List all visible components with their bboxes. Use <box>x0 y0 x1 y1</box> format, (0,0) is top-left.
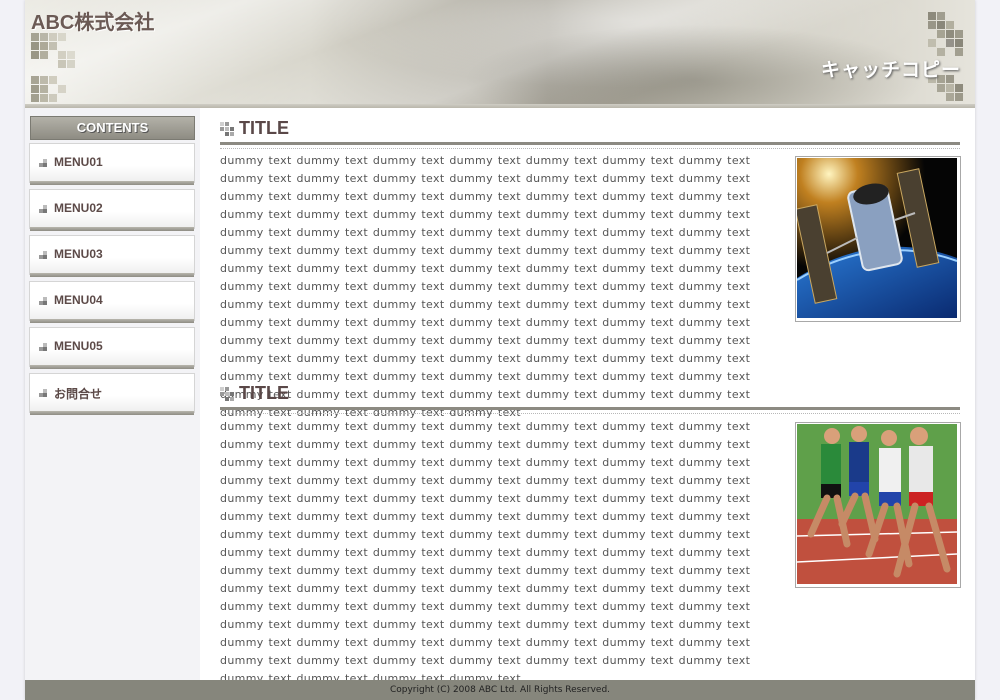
header-square <box>928 21 936 29</box>
header-square <box>31 42 39 50</box>
site-header: ABC株式会社 キャッチコピー <box>25 0 975 108</box>
header-square <box>49 42 57 50</box>
header-square <box>946 21 954 29</box>
copyright-text: Copyright (C) 2008 ABC Ltd. All Rights R… <box>389 685 611 695</box>
sidebar-heading: CONTENTS <box>30 116 195 140</box>
sidebar-item-label: MENU03 <box>54 247 103 261</box>
header-square <box>40 42 48 50</box>
bullet-icon <box>39 343 48 352</box>
sidebar-item-menu05[interactable]: MENU05 <box>29 327 195 369</box>
header-square <box>40 51 48 59</box>
bullet-icon <box>39 251 48 260</box>
header-square <box>937 30 945 38</box>
page-container: ABC株式会社 キャッチコピー CONTENTS MENU01 MENU02 M… <box>25 0 975 700</box>
header-square <box>40 85 48 93</box>
runners-image <box>797 424 957 584</box>
header-square <box>946 30 954 38</box>
header-square <box>31 76 39 84</box>
sidebar-item-label: MENU04 <box>54 293 103 307</box>
header-square <box>31 94 39 102</box>
header-square <box>937 12 945 20</box>
header-square <box>58 51 66 59</box>
bullet-icon <box>39 159 48 168</box>
sidebar-item-label: MENU02 <box>54 201 103 215</box>
header-square <box>49 94 57 102</box>
site-logo[interactable]: ABC株式会社 <box>31 6 154 35</box>
section-body-2: dummy text dummy text dummy text dummy t… <box>220 420 751 685</box>
bullet-icon <box>39 389 48 398</box>
header-square <box>946 84 954 92</box>
header-square <box>40 76 48 84</box>
header-square <box>928 39 936 47</box>
satellite-photo <box>795 156 961 322</box>
sidebar-item-label: MENU05 <box>54 339 103 353</box>
sidebar-item-menu01[interactable]: MENU01 <box>29 143 195 185</box>
catch-copy: キャッチコピー <box>820 59 961 81</box>
header-square <box>955 93 963 101</box>
sidebar-item-label: お問合せ <box>54 387 103 401</box>
header-square <box>58 85 66 93</box>
header-square <box>67 51 75 59</box>
title-squares-icon <box>220 387 234 401</box>
header-square <box>946 39 954 47</box>
header-square <box>31 51 39 59</box>
section-heading: TITLE <box>239 383 289 403</box>
header-square <box>928 12 936 20</box>
sidebar-item-label: MENU01 <box>54 155 103 169</box>
header-square <box>40 94 48 102</box>
header-square <box>946 93 954 101</box>
runners-icon <box>797 424 957 584</box>
title-squares-icon <box>220 122 234 136</box>
header-square <box>955 30 963 38</box>
header-square <box>49 76 57 84</box>
sidebar-item-menu03[interactable]: MENU03 <box>29 235 195 277</box>
header-square <box>67 60 75 68</box>
bullet-icon <box>39 205 48 214</box>
header-square <box>937 21 945 29</box>
satellite-image <box>797 158 957 318</box>
header-square <box>31 85 39 93</box>
header-square <box>937 84 945 92</box>
sidebar-item-contact[interactable]: お問合せ <box>29 373 195 415</box>
section-title-1: TITLE <box>220 116 960 149</box>
runners-photo <box>795 422 961 588</box>
section-title-2: TITLE <box>220 381 960 414</box>
sidebar-item-menu02[interactable]: MENU02 <box>29 189 195 231</box>
header-square <box>955 84 963 92</box>
bullet-icon <box>39 297 48 306</box>
sidebar: CONTENTS MENU01 MENU02 MENU03 MENU04 MEN… <box>25 108 200 680</box>
site-footer: Copyright (C) 2008 ABC Ltd. All Rights R… <box>25 680 975 700</box>
section-heading: TITLE <box>239 118 289 138</box>
header-square <box>955 39 963 47</box>
sidebar-item-menu04[interactable]: MENU04 <box>29 281 195 323</box>
satellite-icon <box>797 158 957 318</box>
header-square <box>58 60 66 68</box>
